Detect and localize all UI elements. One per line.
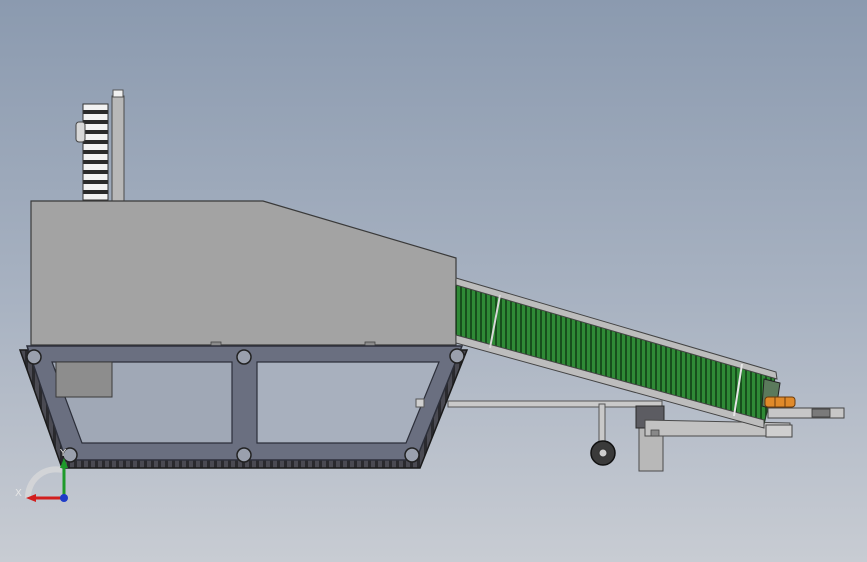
discharge-plate	[767, 407, 845, 419]
post-cap	[112, 89, 124, 98]
arm-pin	[650, 429, 660, 437]
feed-roller	[764, 396, 796, 408]
caster-hub	[598, 448, 608, 458]
cad-viewport[interactable]: X Y	[0, 0, 867, 562]
wheel-strut	[598, 403, 606, 445]
track-bolt	[449, 348, 465, 364]
discharge-slot	[811, 408, 831, 418]
y-axis-label: Y	[59, 448, 67, 459]
crawler-track	[18, 345, 469, 469]
support-rail	[447, 400, 663, 408]
gear-wheel	[82, 103, 109, 201]
x-axis-label: X	[15, 488, 22, 499]
frame-bracket	[55, 361, 113, 398]
discharge-bracket	[765, 424, 793, 438]
discharge-assembly	[764, 396, 845, 438]
vertical-post	[111, 95, 125, 203]
triad-arc	[24, 466, 63, 499]
track-bolt	[236, 349, 252, 365]
machine-side-view: X Y	[15, 89, 845, 502]
z-axis-dot	[60, 494, 68, 502]
coordinate-triad: X Y	[15, 448, 68, 502]
rail-end-block	[415, 398, 425, 408]
gear-hub	[75, 121, 86, 143]
track-bolt	[26, 349, 42, 365]
track-bolt	[404, 447, 420, 463]
main-body-housing	[30, 200, 457, 346]
drive-gear-assembly	[75, 89, 125, 203]
track-bolt	[236, 447, 252, 463]
